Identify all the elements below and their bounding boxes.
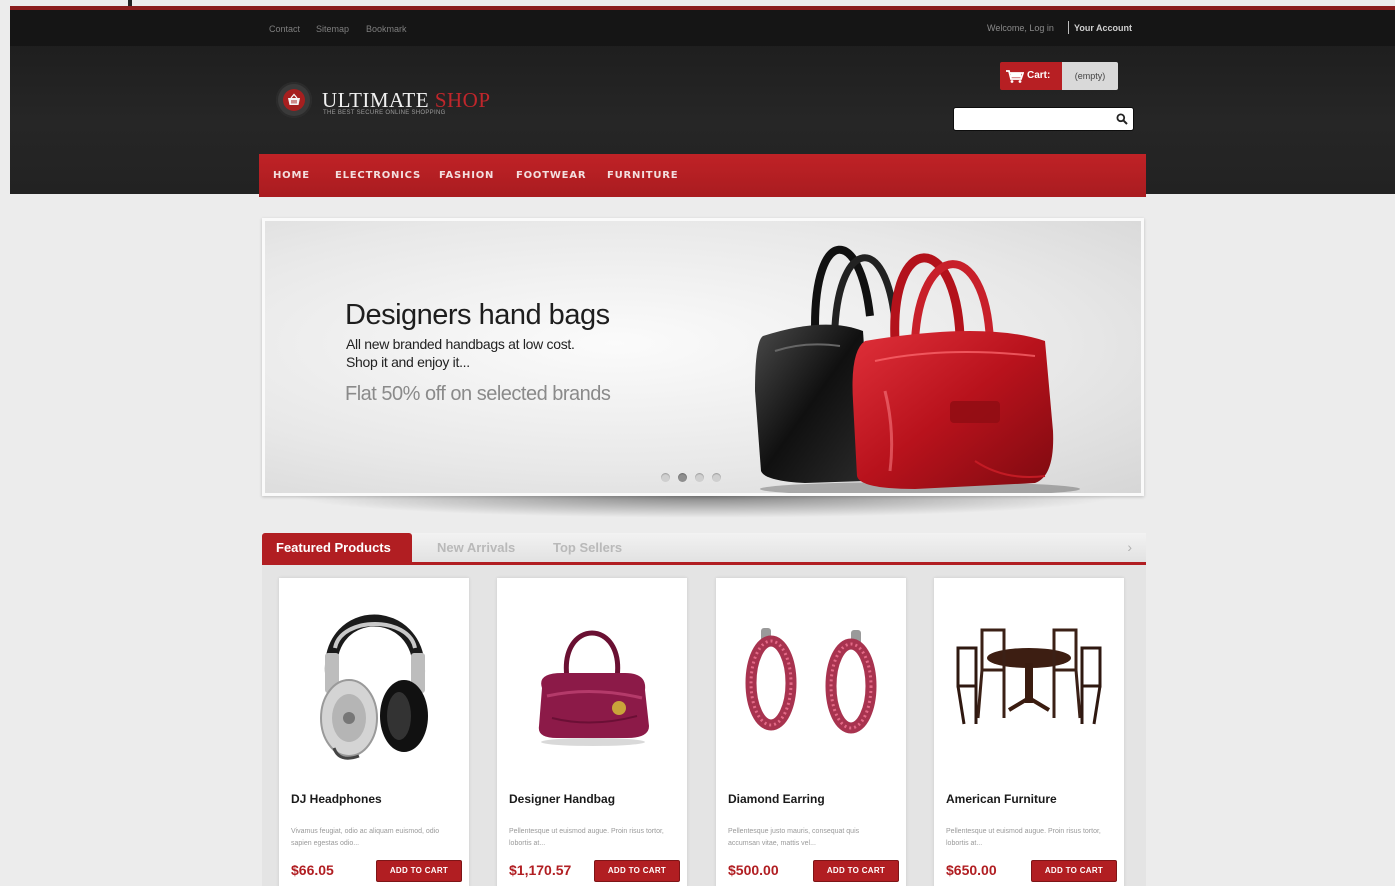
chevron-right-icon[interactable]: › [1127,539,1132,555]
basket-logo-icon[interactable] [276,82,312,118]
search-input[interactable] [958,111,1108,127]
dining-set-image[interactable] [934,578,1124,778]
add-to-cart-button[interactable]: ADD TO CART [376,860,462,882]
nav-item-furniture[interactable]: FURNITURE [607,170,678,181]
tab-featured-products[interactable]: Featured Products [262,533,412,562]
banner-shadow [290,496,1120,518]
product-description: Pellentesque ut euismod augue. Proin ris… [946,828,1101,847]
hero-banner[interactable]: Designers hand bags All new branded hand… [262,218,1144,496]
logo-tagline: THE BEST SECURE ONLINE SHOPPING [323,110,446,116]
slider-dot[interactable] [695,473,704,482]
cart-widget[interactable]: Cart: (empty) [1000,62,1118,90]
nav-item-electronics[interactable]: ELECTRONICS [335,170,421,181]
product-name[interactable]: American Furniture [946,792,1057,806]
nav-item-footwear[interactable]: FOOTWEAR [516,170,586,181]
search-box[interactable] [953,107,1134,131]
product-card: American Furniture Pellentesque ut euism… [934,578,1124,886]
product-tabs: Featured Products New Arrivals Top Selle… [262,533,1146,565]
slider-dot-active[interactable] [678,473,687,482]
tab-new-arrivals[interactable]: New Arrivals [437,533,515,562]
slider-dot[interactable] [661,473,670,482]
product-price: $500.00 [728,862,779,878]
banner-text-line: Shop it and enjoy it... [346,354,470,370]
product-price: $66.05 [291,862,334,878]
product-description: Pellentesque ut euismod augue. Proin ris… [509,828,664,847]
product-description: Pellentesque justo mauris, consequat qui… [728,828,860,847]
product-description: Vivamus feugiat, odio ac aliquam euismod… [291,828,440,847]
banner-offer: Flat 50% off on selected brands [345,383,611,405]
your-account-link[interactable]: Your Account [1074,23,1132,33]
nav-item-home[interactable]: HOME [273,170,310,181]
handbags-image [745,231,1085,493]
sitemap-link[interactable]: Sitemap [316,24,349,34]
cart-icon [1006,70,1024,83]
product-name[interactable]: Diamond Earring [728,792,825,806]
product-price: $1,170.57 [509,862,572,878]
add-to-cart-button[interactable]: ADD TO CART [813,860,899,882]
logo-word-ultimate: ULTIMATE [322,88,430,112]
headphones-image[interactable] [279,578,469,778]
handbag-image[interactable] [497,578,687,778]
add-to-cart-button[interactable]: ADD TO CART [1031,860,1117,882]
slider-dot[interactable] [712,473,721,482]
product-card: DJ Headphones Vivamus feugiat, odio ac a… [279,578,469,886]
cart-label: Cart: [1027,70,1051,81]
product-name[interactable]: Designer Handbag [509,792,615,806]
bookmark-link[interactable]: Bookmark [366,24,407,34]
product-card: Designer Handbag Pellentesque ut euismod… [497,578,687,886]
top-bar: Contact Sitemap Bookmark Welcome, Log in… [10,10,1395,46]
site-header: Contact Sitemap Bookmark Welcome, Log in… [10,6,1395,197]
divider [1068,21,1069,34]
contact-link[interactable]: Contact [269,24,300,34]
tab-top-sellers[interactable]: Top Sellers [553,533,622,562]
nav-item-fashion[interactable]: FASHION [439,170,494,181]
earrings-image[interactable] [716,578,906,778]
product-card: Diamond Earring Pellentesque justo mauri… [716,578,906,886]
main-navigation: HOME ELECTRONICS FASHION FOOTWEAR FURNIT… [259,154,1146,197]
search-icon[interactable] [1116,113,1128,125]
banner-title: Designers hand bags [345,299,610,331]
logo-word-shop: SHOP [434,88,491,112]
cart-button[interactable]: Cart: [1000,62,1062,90]
banner-text-line: All new branded handbags at low cost. [346,336,575,352]
add-to-cart-button[interactable]: ADD TO CART [594,860,680,882]
welcome-login-link[interactable]: Welcome, Log in [987,23,1054,33]
product-name[interactable]: DJ Headphones [291,792,382,806]
cart-status: (empty) [1062,62,1118,90]
product-price: $650.00 [946,862,997,878]
